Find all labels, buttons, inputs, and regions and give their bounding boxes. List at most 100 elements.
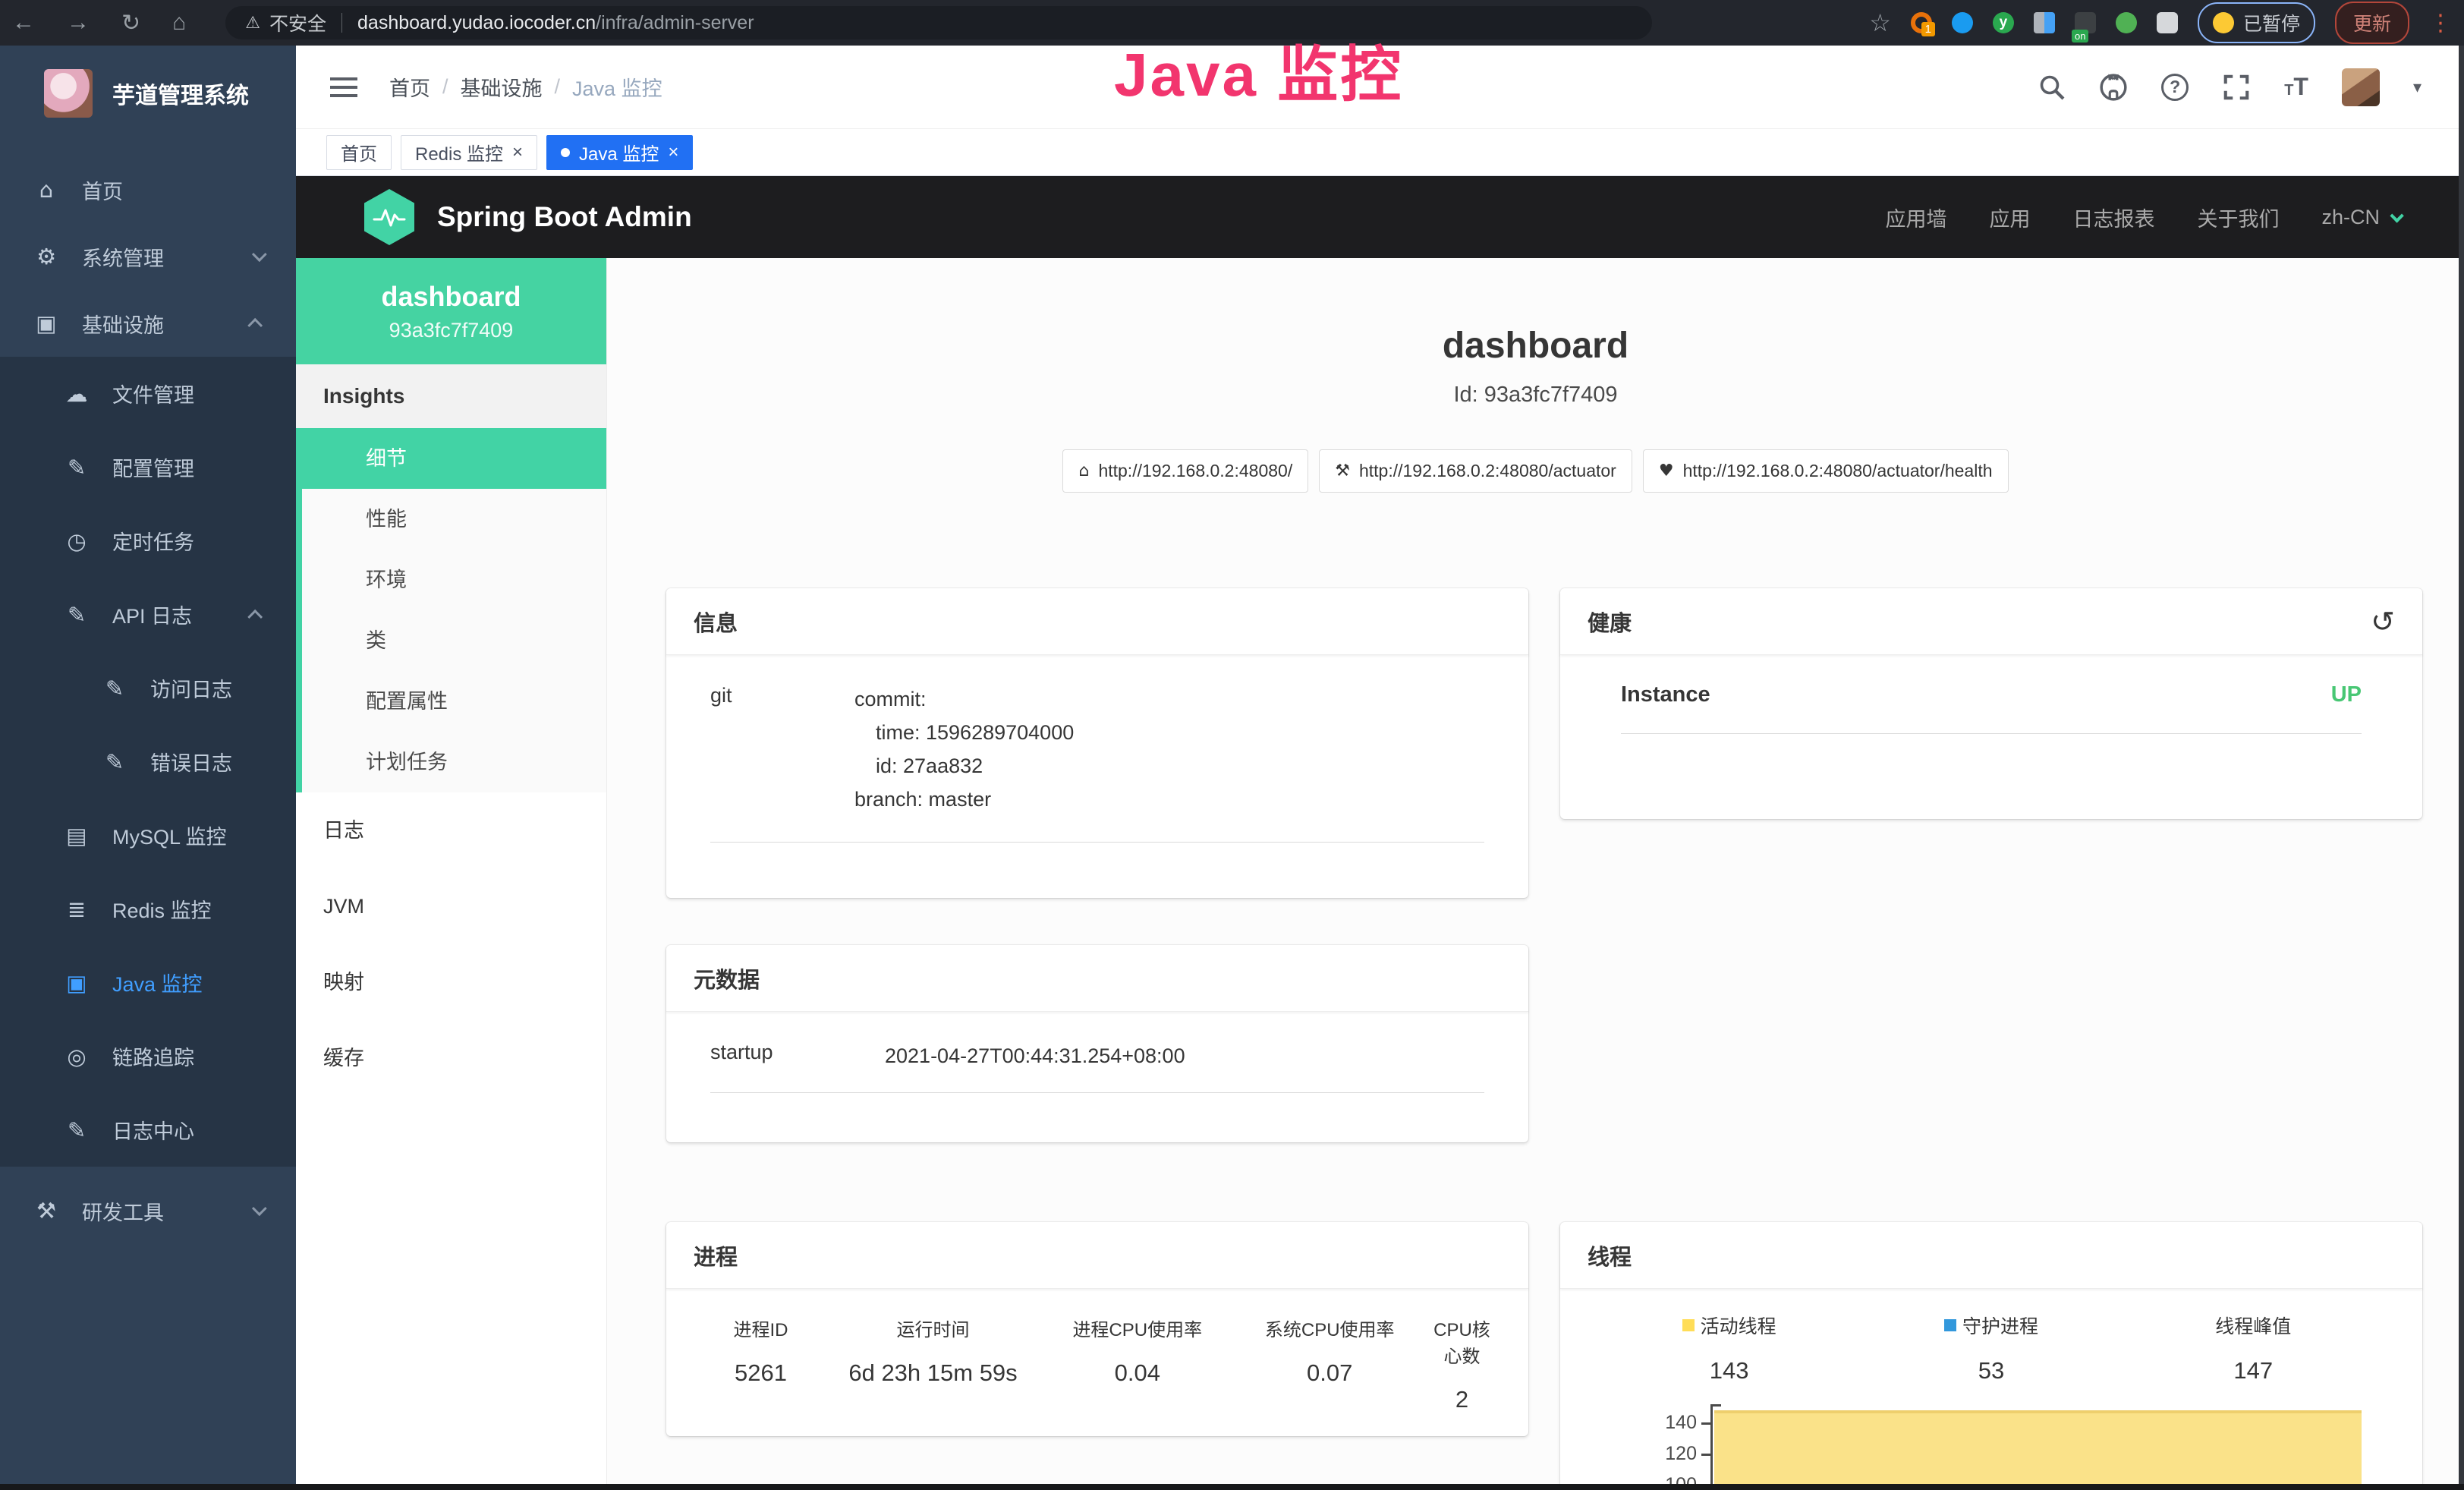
profile-paused-pill[interactable]: 已暂停: [2198, 2, 2315, 43]
sidebar-item-config-mgmt[interactable]: ✎ 配置管理: [0, 430, 296, 504]
sba-instance-header[interactable]: dashboard 93a3fc7f7409: [296, 258, 606, 364]
breadcrumb-infrastructure[interactable]: 基础设施: [461, 72, 543, 102]
close-icon[interactable]: ×: [668, 142, 678, 163]
sidebar-item-system-mgmt[interactable]: ⚙ 系统管理: [0, 223, 296, 290]
search-icon[interactable]: [2038, 74, 2066, 101]
url-host[interactable]: dashboard.yudao.iocoder.cn: [357, 12, 596, 34]
sba-nav-about[interactable]: 关于我们: [2197, 203, 2279, 232]
reload-icon[interactable]: ↻: [121, 10, 140, 36]
chrome-menu-icon[interactable]: ⋮: [2429, 10, 2452, 36]
tab-java-monitor[interactable]: Java 监控 ×: [546, 135, 693, 170]
puzzle-extensions-icon[interactable]: [2157, 12, 2178, 33]
sba-brand-title[interactable]: Spring Boot Admin: [437, 201, 692, 233]
sidebar-item-file-mgmt[interactable]: ☁ 文件管理: [0, 357, 296, 430]
service-url-button[interactable]: ⌂ http://192.168.0.2:48080/: [1062, 449, 1308, 493]
sba-nav-config-props[interactable]: 配置属性: [302, 671, 606, 732]
pin-extension-icon[interactable]: [1952, 12, 1973, 33]
sidebar-item-api-logs[interactable]: ✎ API 日志: [0, 578, 296, 651]
user-caret-down-icon[interactable]: ▾: [2413, 77, 2422, 97]
not-secure-label[interactable]: 不安全: [269, 9, 326, 36]
sba-nav-environment[interactable]: 环境: [302, 550, 606, 610]
grid-extension-icon[interactable]: [2034, 12, 2055, 33]
eye-icon: ◎: [61, 1044, 93, 1069]
paused-label: 已暂停: [2243, 9, 2300, 36]
sidebar-item-label: 基础设施: [82, 309, 164, 339]
active-dot: [561, 148, 570, 157]
forward-icon[interactable]: →: [67, 10, 90, 36]
sidebar-item-label: 文件管理: [112, 379, 194, 408]
sidebar-item-infrastructure[interactable]: ▣ 基础设施: [0, 290, 296, 357]
sba-nav-logs[interactable]: 日志: [296, 792, 606, 868]
sidebar-item-mysql-monitor[interactable]: ▤ MySQL 监控: [0, 799, 296, 872]
help-icon[interactable]: ?: [2161, 74, 2189, 101]
leaf-extension-icon[interactable]: [2116, 12, 2137, 33]
tab-redis-monitor[interactable]: Redis 监控 ×: [401, 135, 537, 170]
actuator-url-button[interactable]: ⚒ http://192.168.0.2:48080/actuator: [1319, 449, 1632, 493]
sidebar-item-home[interactable]: ⌂ 首页: [0, 156, 296, 223]
sba-locale-select[interactable]: zh-CN: [2321, 206, 2400, 229]
sidebar-item-dev-tools[interactable]: ⚒ 研发工具: [0, 1177, 296, 1244]
sidebar-item-label: 日志中心: [112, 1115, 194, 1145]
sidebar-item-access-logs[interactable]: ✎ 访问日志: [0, 651, 296, 725]
tab-home[interactable]: 首页: [326, 135, 392, 170]
y-extension-icon[interactable]: y: [1993, 12, 2014, 33]
active-threads-area: [1714, 1410, 2362, 1490]
list-extension-icon[interactable]: on: [2075, 12, 2096, 33]
user-avatar[interactable]: [2342, 68, 2380, 106]
github-icon[interactable]: [2099, 73, 2128, 102]
address-bar[interactable]: ⚠ 不安全 dashboard.yudao.iocoder.cn /infra/…: [225, 6, 1652, 39]
sba-nav-performance[interactable]: 性能: [302, 489, 606, 550]
sidebar-item-error-logs[interactable]: ✎ 错误日志: [0, 725, 296, 799]
sba-nav-wallboard[interactable]: 应用墙: [1885, 203, 1946, 232]
edit-icon: ✎: [99, 676, 131, 701]
sba-nav-scheduled-tasks[interactable]: 计划任务: [302, 732, 606, 792]
info-key-git: git: [710, 682, 854, 816]
health-url-button[interactable]: ♥ http://192.168.0.2:48080/actuator/heal…: [1643, 449, 2009, 493]
home-icon[interactable]: ⌂: [172, 10, 186, 36]
sidebar-item-log-center[interactable]: ✎ 日志中心: [0, 1093, 296, 1167]
bookmark-star-icon[interactable]: ☆: [1869, 8, 1891, 37]
sba-nav-applications[interactable]: 应用: [1989, 203, 2030, 232]
sba-nav-caches[interactable]: 缓存: [296, 1020, 606, 1096]
active-threads-legend-swatch: [1682, 1319, 1695, 1331]
process-card-title: 进程: [666, 1222, 1528, 1289]
url-path[interactable]: /infra/admin-server: [596, 12, 754, 34]
extension-icon[interactable]: 1: [1911, 12, 1932, 33]
sidebar-item-scheduled-jobs[interactable]: ◷ 定时任务: [0, 504, 296, 578]
back-icon[interactable]: ←: [12, 10, 35, 36]
page-scrollbar[interactable]: [2459, 46, 2464, 1490]
home-icon: ⌂: [1078, 461, 1089, 480]
breadcrumb-home[interactable]: 首页: [389, 72, 430, 102]
spring-boot-admin-logo[interactable]: [364, 189, 414, 245]
health-card-title: 健康: [1588, 606, 1632, 638]
process-header-pid: 进程ID: [697, 1315, 825, 1341]
y-tick-140: 140: [1598, 1412, 1697, 1434]
close-icon[interactable]: ×: [512, 142, 523, 163]
sba-nav-journal[interactable]: 日志报表: [2072, 203, 2154, 232]
fullscreen-icon[interactable]: [2222, 73, 2251, 102]
sba-nav-details[interactable]: 细节: [302, 428, 606, 489]
instance-links: ⌂ http://192.168.0.2:48080/ ⚒ http://192…: [607, 449, 2464, 493]
sidebar-item-java-monitor[interactable]: ▣ Java 监控: [0, 946, 296, 1019]
sidebar-item-label: API 日志: [112, 600, 192, 629]
window-bottom-edge: [0, 1484, 2464, 1490]
layers-icon: ≣: [61, 896, 93, 922]
sba-nav-classes[interactable]: 类: [302, 610, 606, 671]
threads-legend: 活动线程 143 守护进程 53 线程峰值 147: [1598, 1312, 2384, 1384]
health-card: 健康 ↺ Instance UP: [1560, 588, 2422, 819]
sidebar-item-redis-monitor[interactable]: ≣ Redis 监控: [0, 872, 296, 946]
brand-title: 芋道管理系统: [112, 77, 249, 110]
chrome-update-button[interactable]: 更新: [2335, 2, 2409, 44]
history-icon[interactable]: ↺: [2371, 605, 2395, 638]
toolbox-icon: ⚒: [30, 1198, 62, 1224]
info-card: 信息 git commit: time: 1596289704000 id: 2…: [666, 588, 1528, 898]
collapse-sidebar-icon[interactable]: [330, 72, 357, 102]
daemon-threads-legend-swatch: [1944, 1319, 1956, 1331]
url-divider: [341, 13, 342, 33]
sba-nav-mappings[interactable]: 映射: [296, 944, 606, 1020]
sidebar-item-trace[interactable]: ◎ 链路追踪: [0, 1019, 296, 1093]
sba-nav-jvm[interactable]: JVM: [296, 868, 606, 944]
edit-icon: ✎: [99, 749, 131, 775]
monitor-icon: ▣: [61, 970, 93, 996]
font-size-icon[interactable]: TT: [2284, 73, 2308, 101]
